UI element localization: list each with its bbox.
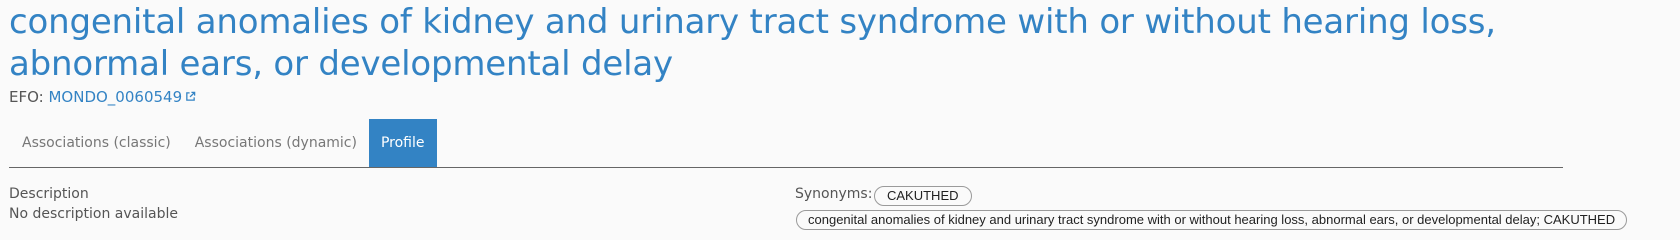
page-title: congenital anomalies of kidney and urina… xyxy=(9,1,1509,85)
tab-bar: Associations (classic) Associations (dyn… xyxy=(9,119,1563,168)
synonyms-label: Synonyms: xyxy=(795,186,873,202)
efo-id-text: MONDO_0060549 xyxy=(48,88,183,106)
external-link-icon xyxy=(186,91,196,101)
tab-associations-dynamic[interactable]: Associations (dynamic) xyxy=(183,119,369,167)
efo-id-link[interactable]: MONDO_0060549 xyxy=(48,88,196,106)
efo-prefix: EFO: xyxy=(9,88,44,106)
synonym-chip: CAKUTHED xyxy=(874,186,972,206)
tab-profile[interactable]: Profile xyxy=(368,119,437,167)
description-text: No description available xyxy=(9,206,178,222)
tab-associations-classic[interactable]: Associations (classic) xyxy=(9,119,183,167)
page-title-line2: abnormal ears, or developmental delay xyxy=(9,44,673,84)
efo-reference: EFO: MONDO_0060549 xyxy=(9,87,196,107)
page-title-line1: congenital anomalies of kidney and urina… xyxy=(9,2,1496,42)
synonym-chip: congenital anomalies of kidney and urina… xyxy=(796,210,1628,230)
description-label: Description xyxy=(9,186,89,202)
